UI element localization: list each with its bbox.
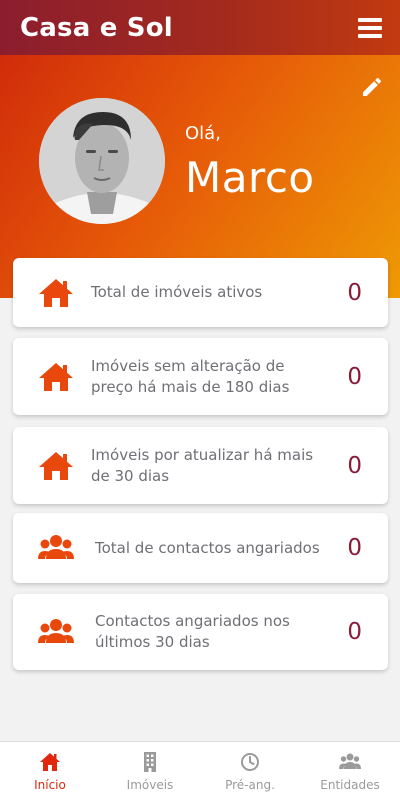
card-value: 0 [347, 363, 362, 390]
house-icon [39, 278, 73, 307]
card-value: 0 [347, 619, 362, 645]
house-icon [39, 362, 73, 391]
building-icon [144, 752, 156, 772]
avatar [39, 98, 165, 224]
nav-label: Pré-ang. [225, 778, 275, 792]
nav-item-pre-ang[interactable]: Pré-ang. [200, 742, 300, 800]
bottom-nav: Início Imóveis Pré-ang. Entidades [0, 741, 400, 800]
greeting-text: Olá, [185, 123, 221, 144]
pencil-icon[interactable] [360, 75, 384, 99]
card-value: 0 [347, 279, 362, 306]
app-header: Casa e Sol [0, 0, 400, 55]
users-icon [339, 753, 361, 769]
hamburger-menu-icon[interactable] [358, 17, 382, 38]
user-name: Marco [185, 153, 315, 202]
clock-icon [241, 753, 259, 771]
card-value: 0 [347, 452, 362, 479]
card-label: Imóveis sem alteração de preço há mais d… [91, 356, 290, 396]
card-value: 0 [347, 535, 362, 561]
card-properties-to-update[interactable]: Imóveis por atualizar há mais de 30 dias… [13, 427, 388, 504]
users-icon [38, 619, 74, 643]
app-title: Casa e Sol [20, 12, 173, 43]
card-total-active-properties[interactable]: Total de imóveis ativos 0 [13, 258, 388, 327]
nav-item-imoveis[interactable]: Imóveis [100, 742, 200, 800]
card-label: Imóveis por atualizar há mais de 30 dias [91, 445, 314, 485]
nav-label: Entidades [320, 778, 380, 792]
card-properties-no-price-change[interactable]: Imóveis sem alteração de preço há mais d… [13, 338, 388, 415]
card-label: Contactos angariados nos últimos 30 dias [95, 612, 290, 651]
nav-item-inicio[interactable]: Início [0, 742, 100, 800]
card-total-contacts[interactable]: Total de contactos angariados 0 [13, 513, 388, 583]
house-icon [39, 451, 73, 480]
card-label: Total de contactos angariados [95, 538, 320, 557]
card-label: Total de imóveis ativos [91, 283, 263, 301]
nav-label: Início [34, 778, 66, 792]
home-icon [40, 753, 60, 771]
nav-item-entidades[interactable]: Entidades [300, 742, 400, 800]
nav-label: Imóveis [126, 778, 174, 792]
card-contacts-last-30-days[interactable]: Contactos angariados nos últimos 30 dias… [13, 594, 388, 670]
users-icon [38, 535, 74, 559]
